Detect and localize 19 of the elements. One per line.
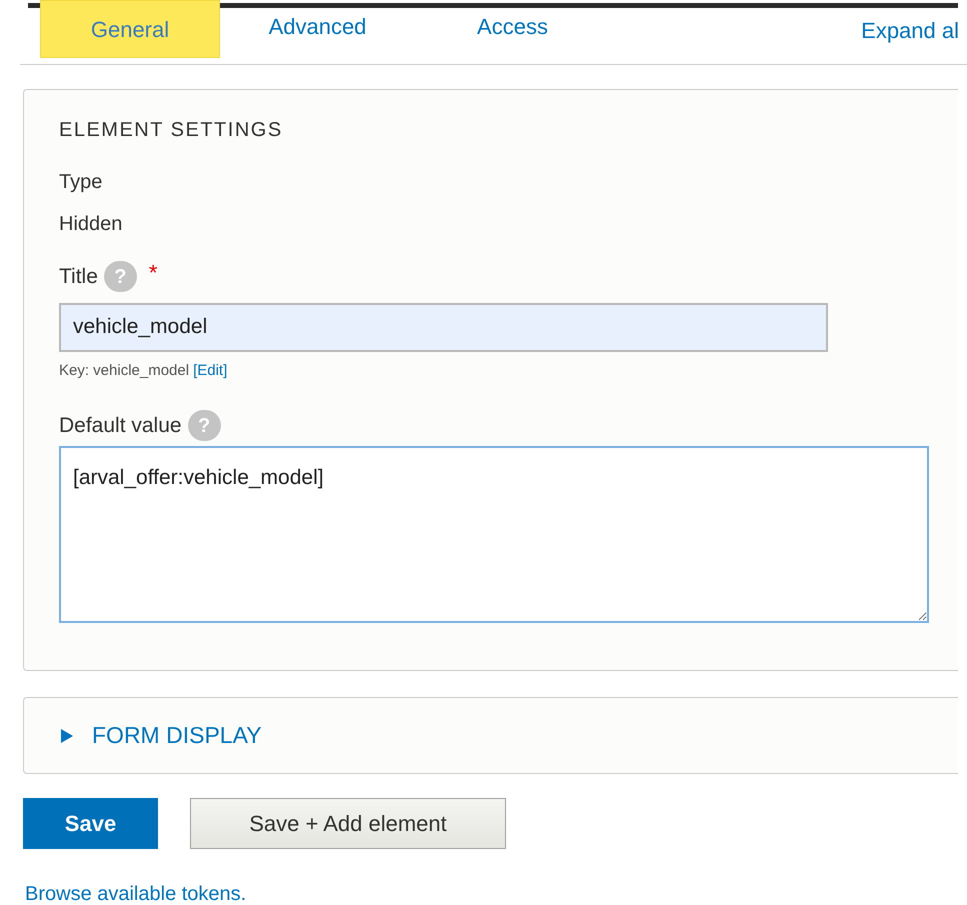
title-field[interactable]: vehicle_model	[59, 302, 828, 352]
expand-all-link[interactable]: Expand al	[861, 14, 959, 47]
field-label: Title	[59, 264, 98, 290]
edit-link[interactable]: [Edit]	[193, 360, 228, 382]
section-title: ELEMENT SETTINGS	[59, 118, 283, 143]
save-add-element-button[interactable]: Save + Add element	[190, 798, 506, 849]
field-label: Type	[59, 170, 102, 195]
key-text: Key: vehicle_model	[59, 360, 190, 380]
required-mark: *	[148, 259, 158, 288]
save-button[interactable]: Save	[23, 798, 158, 849]
default-value-field[interactable]: [arval_offer:vehicle_model]	[59, 446, 929, 622]
tab[interactable]: Access	[415, 0, 610, 58]
field-value: Hidden	[59, 212, 122, 237]
tab[interactable]: General	[40, 0, 220, 58]
section-title: FORM DISPLAY	[92, 721, 262, 750]
form-display-panel[interactable]: FORM DISPLAY	[23, 697, 958, 774]
tab[interactable]: Advanced	[220, 0, 415, 58]
field-label: Default value	[59, 413, 182, 439]
browse-tokens-link[interactable]: Browse available tokens.	[25, 879, 246, 905]
